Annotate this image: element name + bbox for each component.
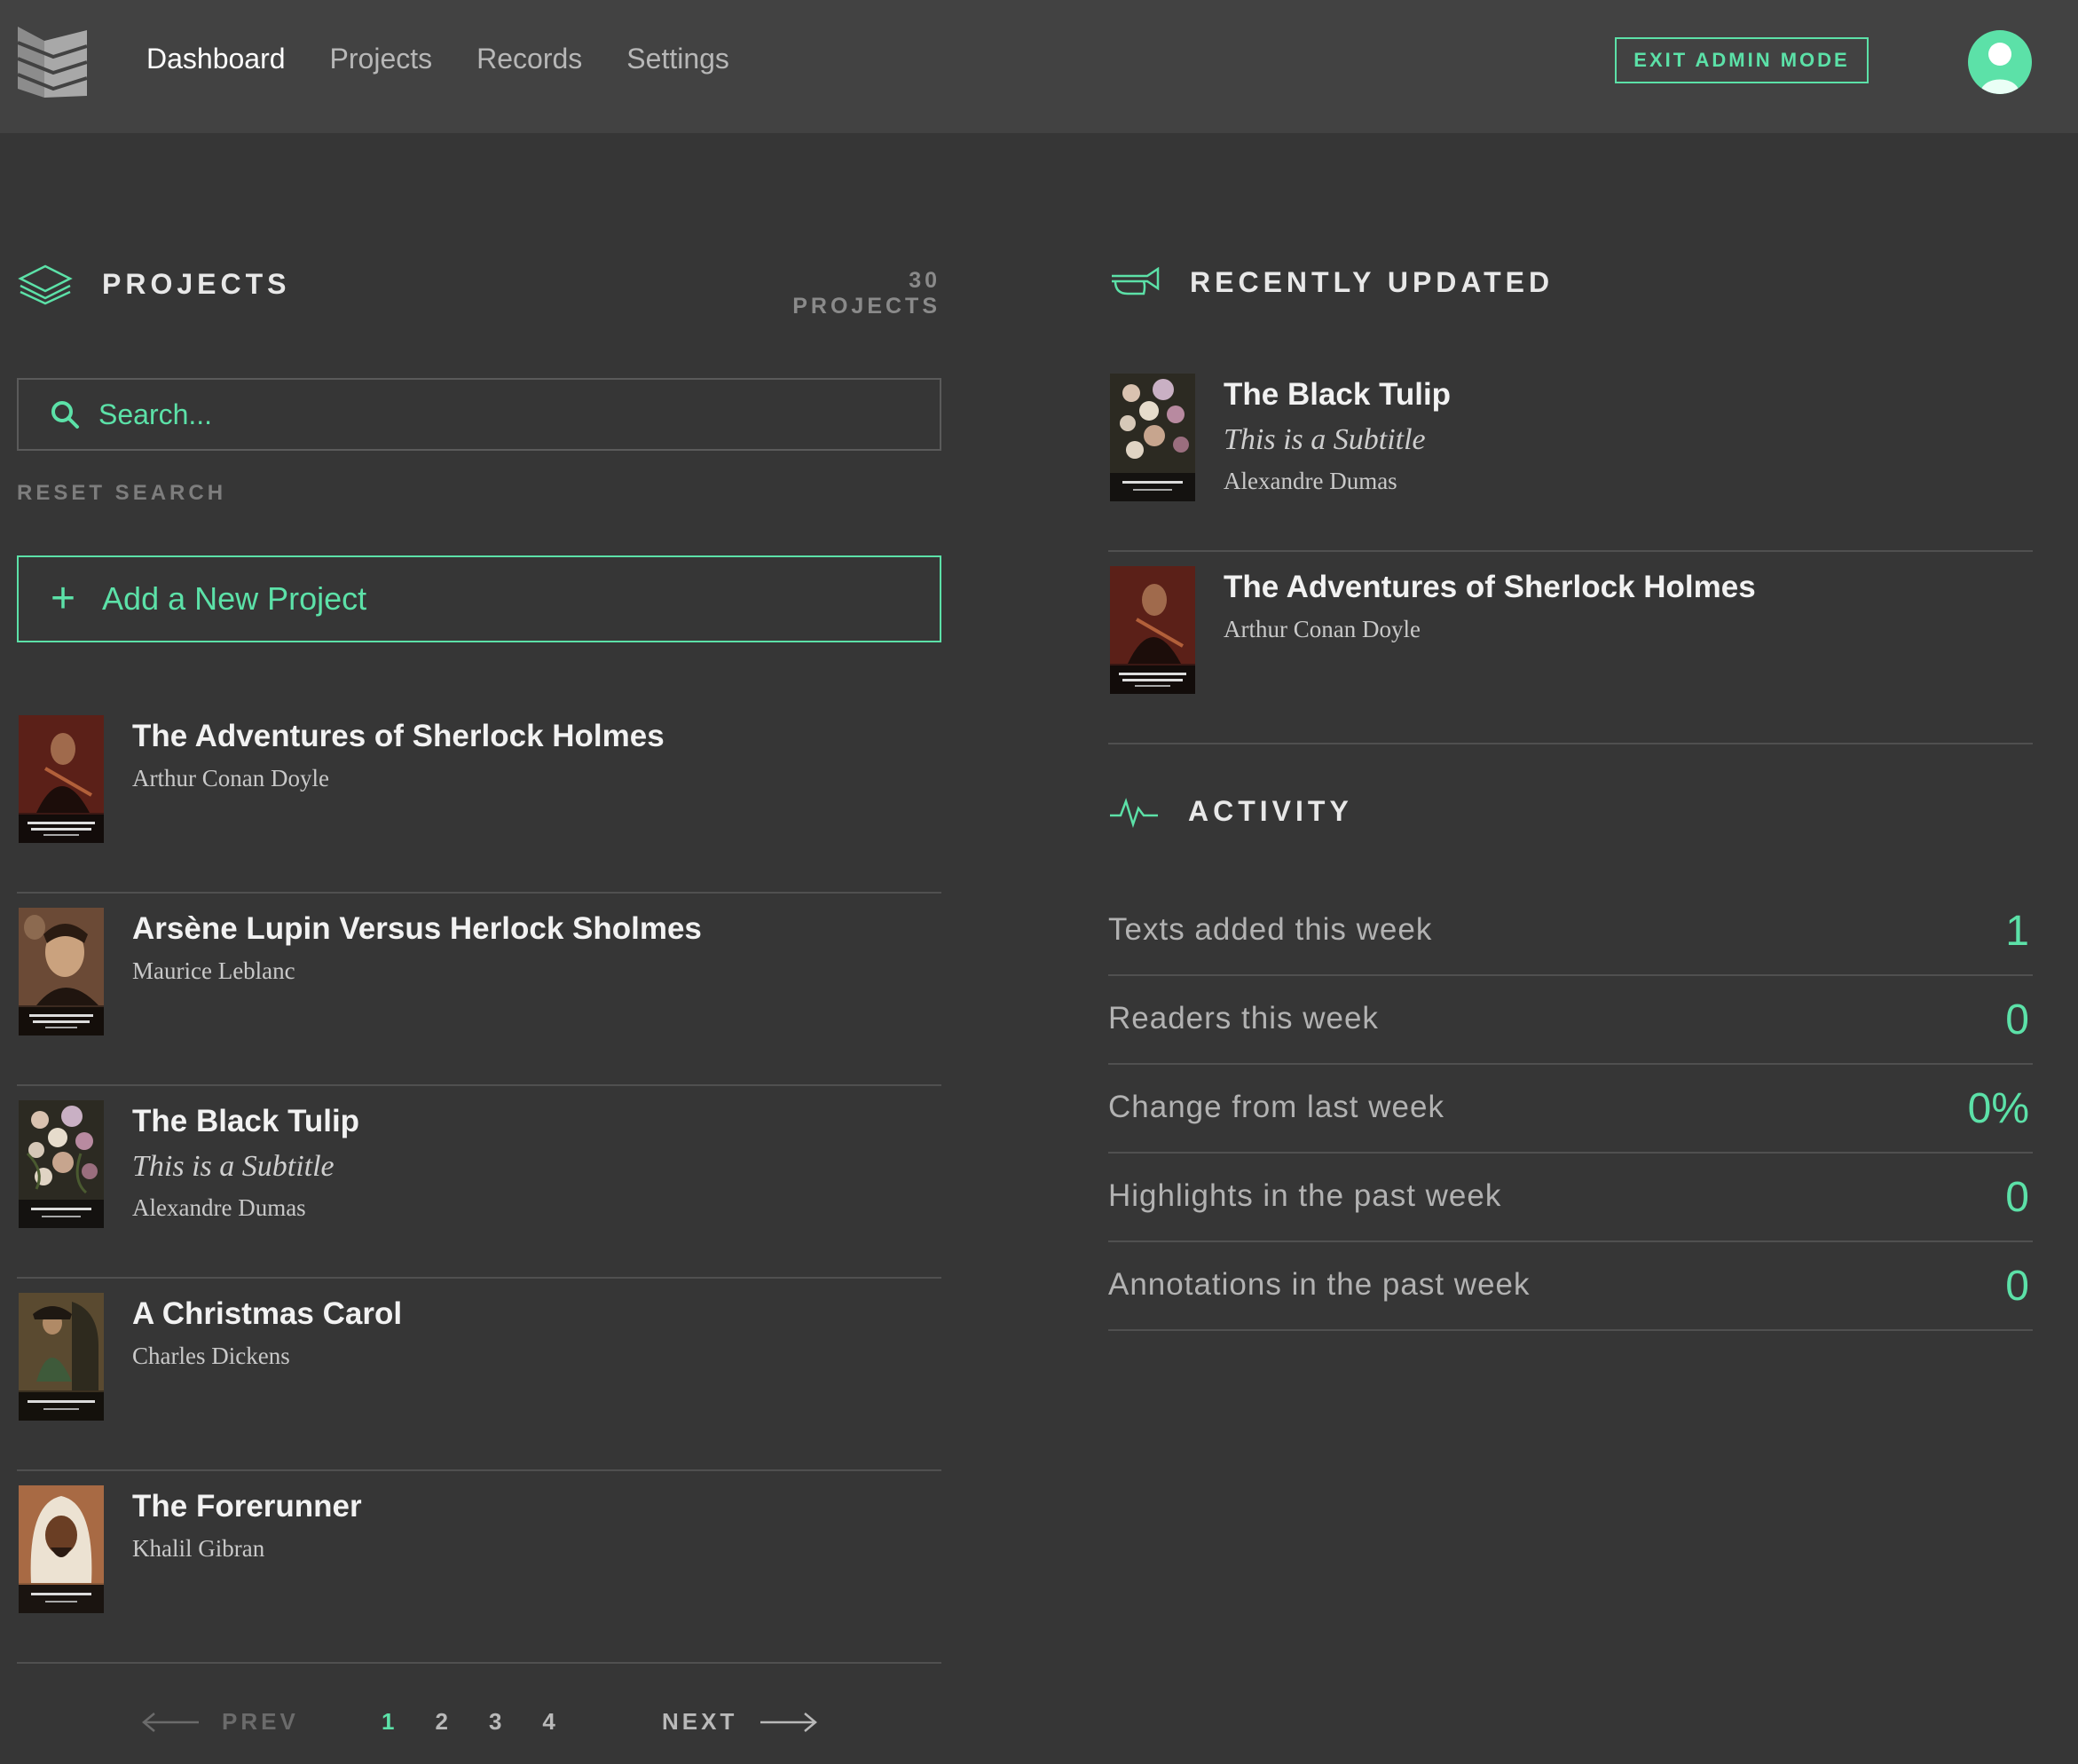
pagination: PREV 1 2 3 4 NEXT (142, 1708, 818, 1744)
recently-updated-title: RECENTLY UPDATED (1190, 266, 1555, 298)
stat-value: 0 (2005, 996, 2029, 1043)
stat-label: Change from last week (1108, 1090, 1444, 1124)
recent-item-sherlock-holmes[interactable]: The Adventures of Sherlock Holmes Arthur… (1108, 552, 2033, 744)
recent-subtitle: This is a Subtitle (1224, 423, 1426, 456)
stat-label: Highlights in the past week (1108, 1178, 1502, 1213)
stat-value: 1 (2005, 908, 2029, 955)
book-cover-image (19, 715, 104, 843)
project-title: A Christmas Carol (132, 1296, 403, 1331)
arrow-left-icon (142, 1712, 199, 1732)
main-nav: Dashboard Projects Records Settings (146, 43, 729, 75)
add-project-label: Add a New Project (102, 580, 367, 617)
project-item-arsene-lupin[interactable]: Arsène Lupin Versus Herlock Sholmes Maur… (17, 894, 941, 1086)
project-title: The Black Tulip (132, 1104, 360, 1138)
manifold-logo-icon[interactable] (18, 27, 89, 98)
top-nav-bar: Dashboard Projects Records Settings EXIT… (0, 0, 2078, 133)
stat-label: Texts added this week (1108, 912, 1433, 947)
stat-value: 0 (2005, 1174, 2029, 1221)
exit-admin-mode-button[interactable]: EXIT ADMIN MODE (1615, 37, 1869, 83)
recently-updated-heading: RECENTLY UPDATED (1108, 266, 1554, 299)
book-cover-image (19, 1293, 104, 1421)
add-new-project-button[interactable]: + Add a New Project (17, 555, 941, 642)
activity-heading: ACTIVITY (1108, 795, 1353, 828)
page-number[interactable]: 2 (435, 1708, 447, 1736)
search-icon (51, 401, 79, 429)
next-label: NEXT (662, 1708, 738, 1735)
book-cover-image (19, 908, 104, 1036)
prev-label: PREV (222, 1708, 299, 1735)
project-author: Khalil Gibran (132, 1535, 265, 1562)
projects-title: PROJECTS (102, 267, 291, 300)
book-cover-image (19, 1485, 104, 1613)
project-item-sherlock-holmes[interactable]: The Adventures of Sherlock Holmes Arthur… (17, 701, 941, 894)
page-number[interactable]: 1 (382, 1708, 394, 1736)
stat-value: 0% (1967, 1085, 2029, 1132)
recent-title: The Adventures of Sherlock Holmes (1224, 570, 1756, 604)
projects-count: 30 PROJECTS (792, 268, 941, 319)
stat-row: Texts added this week 1 (1108, 887, 2033, 976)
project-list: The Adventures of Sherlock Holmes Arthur… (17, 701, 941, 1664)
project-author: Alexandre Dumas (132, 1194, 306, 1221)
page-number[interactable]: 3 (489, 1708, 501, 1736)
page-number[interactable]: 4 (542, 1708, 555, 1736)
stat-row: Change from last week 0% (1108, 1065, 2033, 1154)
next-page-button[interactable]: NEXT (662, 1708, 818, 1736)
activity-title: ACTIVITY (1188, 795, 1353, 827)
nav-settings[interactable]: Settings (626, 43, 729, 75)
recent-author: Arthur Conan Doyle (1224, 616, 1421, 642)
search-input[interactable] (98, 398, 897, 431)
stat-value: 0 (2005, 1263, 2029, 1310)
book-cover-image (19, 1100, 104, 1228)
arrow-right-icon (760, 1712, 818, 1732)
recent-list: The Black Tulip This is a Subtitle Alexa… (1108, 359, 2033, 744)
plus-icon: + (51, 575, 76, 622)
search-box (17, 378, 941, 451)
recent-title: The Black Tulip (1224, 377, 1452, 412)
recent-author: Alexandre Dumas (1224, 468, 1397, 494)
user-icon (1980, 43, 2019, 94)
stat-row: Annotations in the past week 0 (1108, 1242, 2033, 1331)
nav-projects[interactable]: Projects (330, 43, 433, 75)
project-subtitle: This is a Subtitle (132, 1150, 335, 1183)
page-numbers: 1 2 3 4 (382, 1708, 555, 1736)
book-cover-image (1110, 374, 1195, 501)
projects-heading: PROJECTS (17, 263, 290, 305)
nav-dashboard[interactable]: Dashboard (146, 43, 286, 75)
book-cover-image (1110, 566, 1195, 694)
stat-label: Annotations in the past week (1108, 1267, 1531, 1302)
project-item-christmas-carol[interactable]: A Christmas Carol Charles Dickens (17, 1279, 941, 1471)
project-item-forerunner[interactable]: The Forerunner Khalil Gibran (17, 1471, 941, 1664)
project-title: The Adventures of Sherlock Holmes (132, 719, 665, 753)
project-author: Arthur Conan Doyle (132, 765, 329, 791)
project-author: Maurice Leblanc (132, 957, 295, 984)
recent-item-black-tulip[interactable]: The Black Tulip This is a Subtitle Alexa… (1108, 359, 2033, 552)
prev-page-button[interactable]: PREV (142, 1708, 299, 1736)
reset-search-link[interactable]: RESET SEARCH (17, 481, 226, 506)
project-author: Charles Dickens (132, 1343, 290, 1369)
stat-row: Highlights in the past week 0 (1108, 1154, 2033, 1242)
project-item-black-tulip[interactable]: The Black Tulip This is a Subtitle Alexa… (17, 1086, 941, 1279)
stat-label: Readers this week (1108, 1001, 1379, 1036)
project-title: Arsène Lupin Versus Herlock Sholmes (132, 911, 702, 946)
project-title: The Forerunner (132, 1489, 362, 1524)
stat-row: Readers this week 0 (1108, 976, 2033, 1065)
user-avatar[interactable] (1968, 30, 2032, 94)
megaphone-icon (1112, 266, 1160, 295)
activity-stats: Texts added this week 1 Readers this wee… (1108, 887, 2033, 1331)
layers-icon (18, 264, 73, 305)
nav-records[interactable]: Records (476, 43, 582, 75)
pulse-icon (1110, 797, 1158, 828)
